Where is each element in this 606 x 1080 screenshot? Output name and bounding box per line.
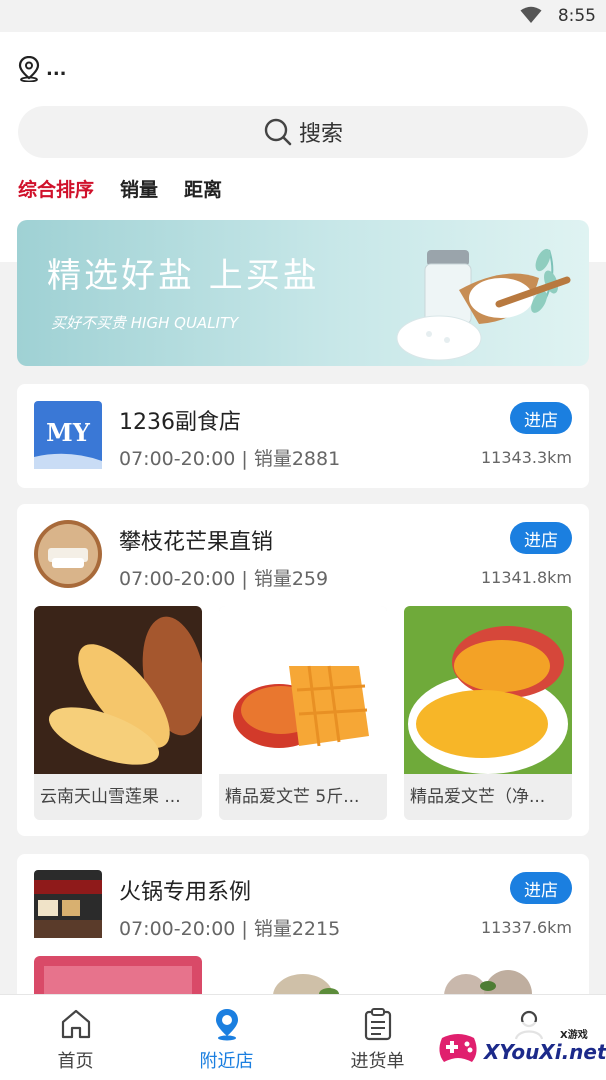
- store-distance: 11337.6km: [480, 918, 572, 937]
- store-card[interactable]: 火锅专用系例 07:00-20:00 | 销量2215 进店 11337.6km: [17, 854, 589, 1014]
- store-card[interactable]: MY 1236副食店 07:00-20:00 | 销量2881 进店 11343…: [17, 384, 589, 488]
- salt-products-illustration: [396, 248, 571, 361]
- tab-label: 首页: [57, 1051, 94, 1072]
- product-name: 精品爱文芒（净...: [404, 774, 572, 820]
- store-meta: 07:00-20:00 | 销量2881: [119, 448, 341, 470]
- store-logo: [34, 870, 102, 938]
- store-meta: 07:00-20:00 | 销量2215: [119, 918, 341, 940]
- nearby-location-icon: [215, 1009, 238, 1041]
- location-text: ...: [46, 58, 67, 80]
- tab-label: 附近店: [199, 1051, 254, 1072]
- sort-tab-sales[interactable]: 销量: [120, 175, 158, 202]
- product-card[interactable]: 云南天山雪莲果 ...: [34, 606, 202, 820]
- product-name: 云南天山雪莲果 ...: [34, 774, 202, 820]
- location-pin-icon: [18, 56, 40, 82]
- sort-tab-comprehensive[interactable]: 综合排序: [18, 175, 94, 202]
- store-name: 1236副食店: [119, 410, 241, 435]
- status-time: 8:55: [557, 6, 596, 26]
- product-image: [404, 606, 572, 774]
- watermark-text: XYouXi.net: [484, 1040, 606, 1064]
- search-icon: [264, 118, 292, 146]
- store-meta: 07:00-20:00 | 销量259: [119, 568, 329, 590]
- tab-label: 进货单: [350, 1051, 405, 1072]
- watermark: X游戏 XYouXi.net: [432, 1022, 606, 1074]
- store-distance: 11343.3km: [480, 448, 572, 467]
- banner-subtitle: 买好不买贵 HIGH QUALITY: [51, 314, 239, 332]
- gamepad-logo-icon: [439, 1034, 477, 1062]
- store-card[interactable]: 攀枝花芒果直销 07:00-20:00 | 销量259 进店 11341.8km…: [17, 504, 589, 836]
- status-bar: 8:55: [0, 0, 606, 32]
- tab-nearby[interactable]: 附近店: [151, 995, 302, 1080]
- product-card[interactable]: 精品爱文芒 5斤...: [219, 606, 387, 820]
- tab-home[interactable]: 首页: [0, 995, 151, 1080]
- store-logo-text: MY: [46, 418, 91, 447]
- store-logo: MY: [34, 401, 102, 469]
- clipboard-icon: [364, 1008, 391, 1041]
- home-icon: [61, 1009, 90, 1039]
- enter-store-button[interactable]: 进店: [510, 402, 572, 434]
- product-image: [34, 606, 202, 774]
- enter-store-button[interactable]: 进店: [510, 872, 572, 904]
- product-name: 精品爱文芒 5斤...: [219, 774, 387, 820]
- enter-store-button[interactable]: 进店: [510, 522, 572, 554]
- product-card[interactable]: 精品爱文芒（净...: [404, 606, 572, 820]
- store-name: 攀枝花芒果直销: [119, 530, 274, 555]
- wifi-icon: [520, 6, 542, 23]
- store-name: 火锅专用系例: [119, 880, 252, 905]
- store-logo: [34, 520, 102, 588]
- store-distance: 11341.8km: [480, 568, 572, 587]
- location-selector[interactable]: ...: [18, 54, 67, 84]
- promo-banner[interactable]: 精选好盐 上买盐 买好不买贵 HIGH QUALITY: [17, 220, 589, 366]
- product-image: [219, 606, 387, 774]
- watermark-small-text: X游戏: [560, 1030, 588, 1041]
- tab-purchase-list[interactable]: 进货单: [302, 995, 453, 1080]
- sort-tabs: 综合排序 销量 距离: [18, 172, 248, 204]
- search-placeholder: 搜索: [298, 122, 343, 147]
- banner-title: 精选好盐 上买盐: [47, 256, 320, 296]
- sort-tab-distance[interactable]: 距离: [184, 175, 222, 202]
- search-bar[interactable]: 搜索: [18, 106, 588, 158]
